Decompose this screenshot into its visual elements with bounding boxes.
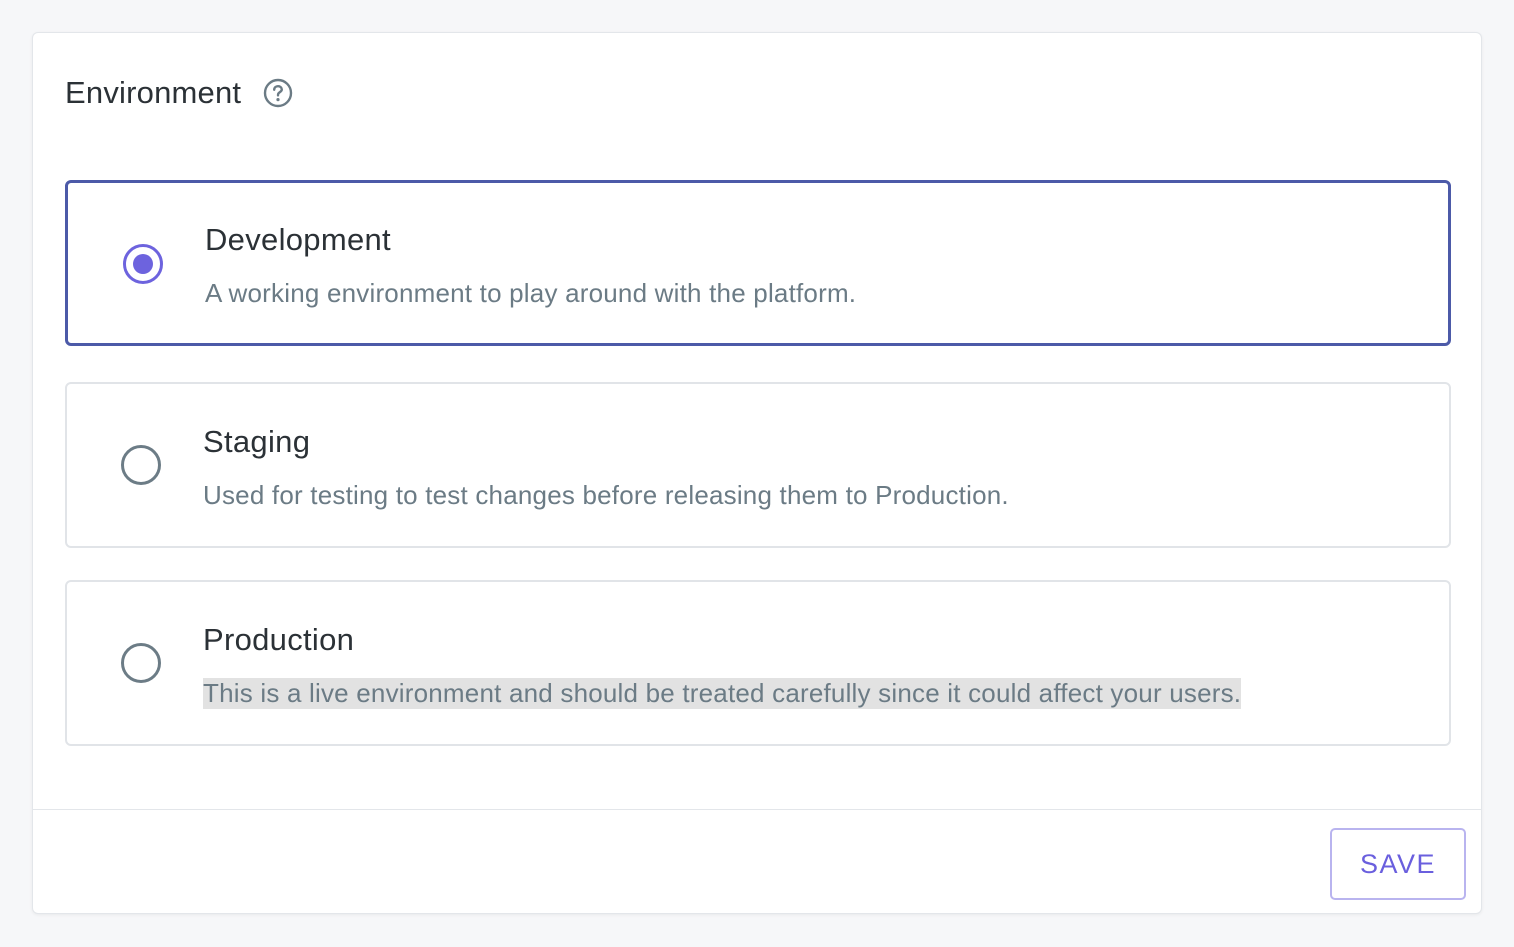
- option-description: This is a live environment and should be…: [203, 678, 1242, 709]
- radio-production[interactable]: [121, 643, 161, 683]
- option-production[interactable]: Production This is a live environment an…: [65, 580, 1451, 746]
- section-title: Environment: [65, 75, 242, 110]
- radio-staging[interactable]: [121, 445, 161, 485]
- option-title: Development: [205, 222, 391, 257]
- environment-card: Environment Development A working enviro…: [32, 32, 1482, 914]
- option-title: Staging: [203, 424, 311, 459]
- option-development[interactable]: Development A working environment to pla…: [65, 180, 1451, 346]
- section-header: Environment: [65, 75, 293, 111]
- option-description: A working environment to play around wit…: [205, 278, 857, 308]
- save-button[interactable]: SAVE: [1330, 828, 1466, 900]
- option-staging[interactable]: Staging Used for testing to test changes…: [65, 382, 1451, 548]
- radio-development[interactable]: [123, 244, 163, 284]
- footer-divider: [33, 809, 1481, 810]
- option-title: Production: [203, 622, 355, 657]
- question-circle-icon[interactable]: [263, 78, 293, 108]
- option-description: Used for testing to test changes before …: [203, 480, 1009, 510]
